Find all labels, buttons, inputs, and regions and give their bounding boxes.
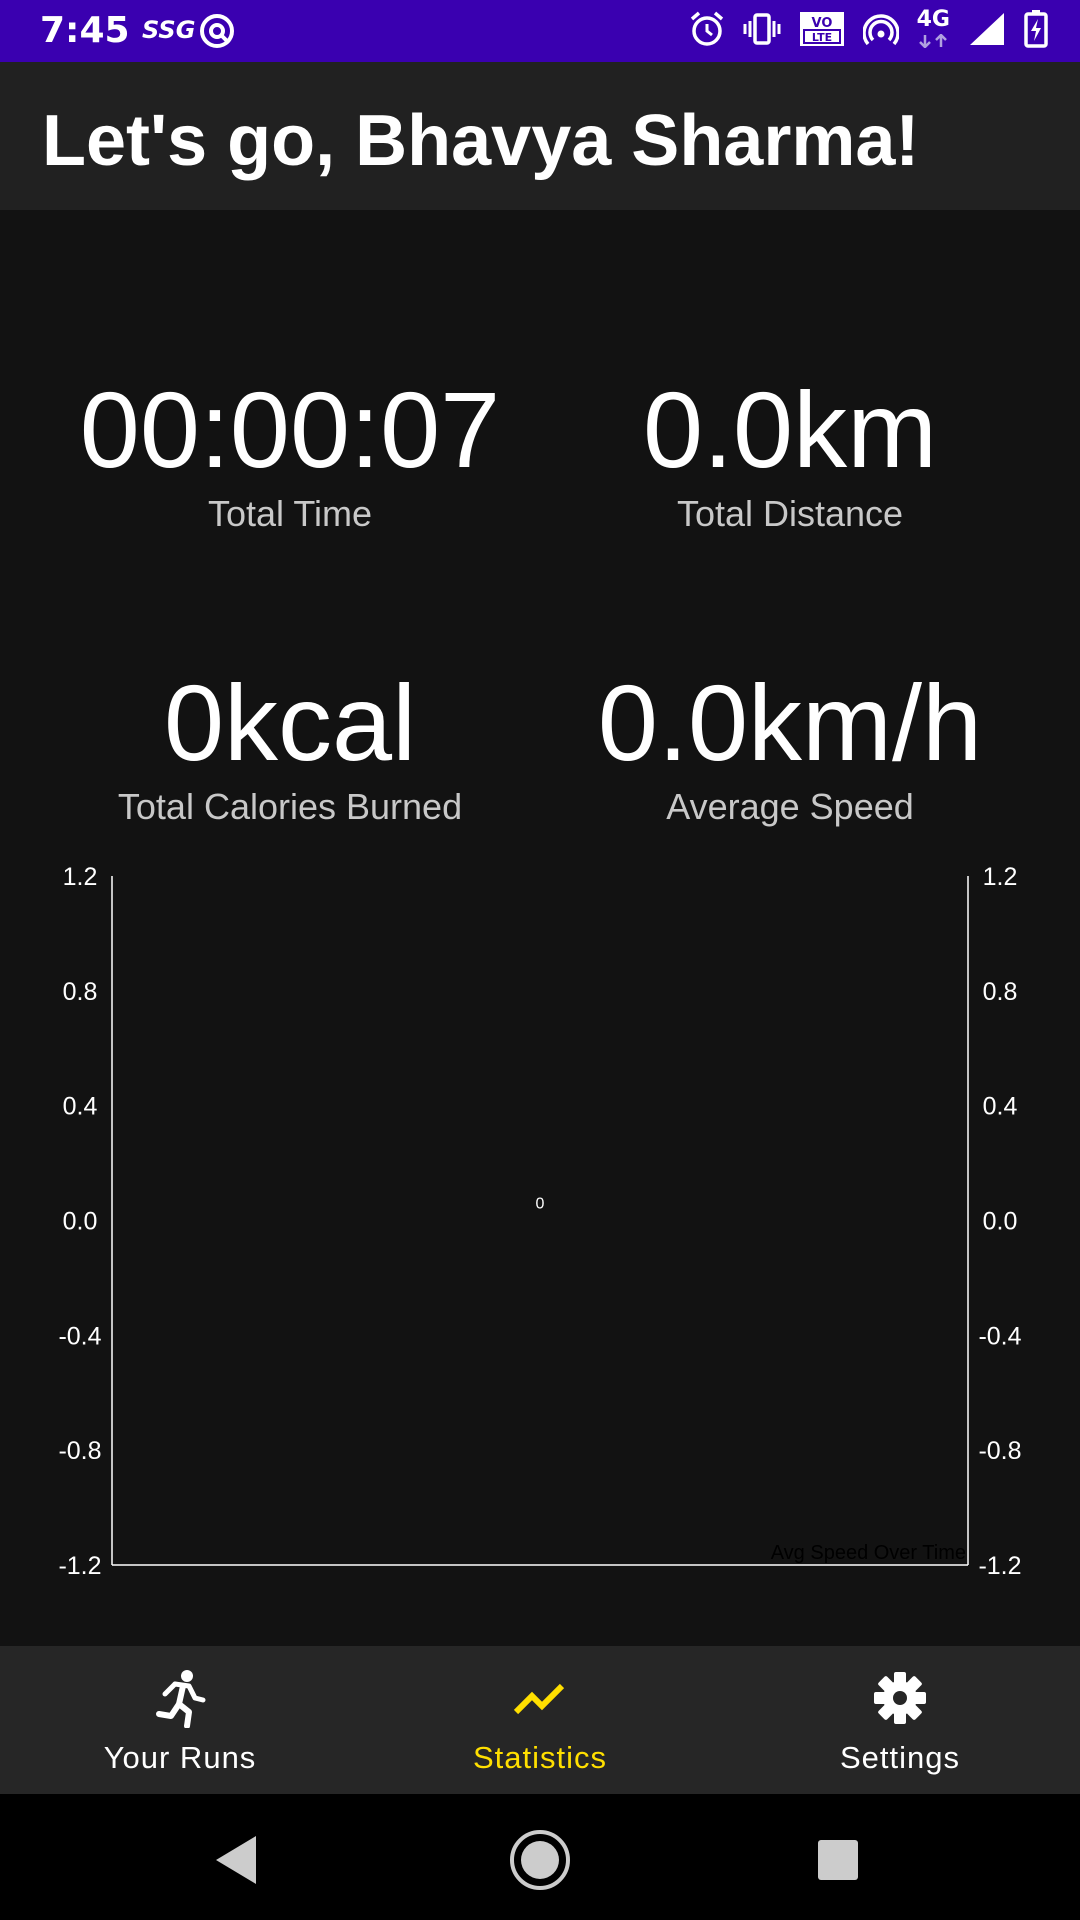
y-tick-left: 1.2 — [63, 863, 98, 891]
total-distance-label: Total Distance — [676, 493, 904, 534]
network-label: 4G — [916, 7, 950, 32]
y-tick-right: -1.2 — [978, 1552, 1021, 1580]
back-icon[interactable] — [214, 1834, 260, 1890]
vibrate-icon — [743, 12, 781, 50]
y-tick-right: -0.4 — [978, 1322, 1021, 1350]
gear-icon — [870, 1668, 930, 1732]
right-axis-ticks: 1.2 0.8 0.4 0.0 -0.4 -0.8 -1.2 — [978, 863, 1021, 1580]
volte-top-text: VO — [811, 16, 832, 31]
carrier-badge: SSG — [142, 16, 196, 44]
status-bar: 7:45 SSG VO LTE 4G — [0, 0, 1080, 62]
nav-statistics[interactable]: Statistics — [360, 1646, 720, 1794]
status-icons: VO LTE 4G — [689, 9, 1048, 53]
nav-settings[interactable]: Settings — [720, 1646, 1080, 1794]
y-tick-right: 0.8 — [983, 978, 1018, 1006]
nav-label-statistics: Statistics — [472, 1740, 608, 1775]
hotspot-icon — [861, 12, 900, 50]
total-calories-value: 0kcal — [163, 662, 417, 783]
y-tick-right: 0.0 — [983, 1208, 1018, 1236]
chart-bars: 0 — [536, 1196, 545, 1213]
stat-total-time: 00:00:07 Total Time — [30, 370, 550, 536]
volte-icon: VO LTE — [799, 11, 845, 51]
y-tick-left: -0.8 — [58, 1437, 101, 1465]
nav-label-your-runs: Your Runs — [103, 1740, 257, 1775]
network-type: 4G — [917, 9, 950, 53]
greeting-title: Let's go, Bhavya Sharma! — [42, 101, 920, 181]
volte-bottom-text: LTE — [812, 31, 832, 44]
y-tick-left: 0.0 — [63, 1208, 98, 1236]
recents-icon[interactable] — [816, 1838, 860, 1886]
avg-speed-chart[interactable]: 1.2 0.8 0.4 0.0 -0.4 -0.8 -1.2 1.2 0.8 0.4 0.0 -0.… — [0, 860, 1080, 1580]
bottom-navigation: Your Runs Statistics Settings — [0, 1646, 1080, 1794]
y-tick-right: 0.4 — [983, 1093, 1018, 1121]
status-time: 7:45 — [40, 10, 130, 51]
total-time-label: Total Time — [207, 493, 373, 534]
stat-total-calories: 0kcal Total Calories Burned — [30, 663, 550, 829]
signal-icon — [968, 11, 1006, 51]
battery-charging-icon — [1024, 10, 1048, 52]
trending-up-icon — [510, 1668, 570, 1732]
stat-average-speed: 0.0km/h Average Speed — [530, 663, 1050, 829]
system-navigation-bar — [0, 1794, 1080, 1920]
y-tick-left: -1.2 — [58, 1552, 101, 1580]
average-speed-value: 0.0km/h — [597, 662, 983, 783]
total-time-value: 00:00:07 — [79, 369, 501, 490]
total-calories-label: Total Calories Burned — [117, 786, 463, 827]
chart-canvas: 1.2 0.8 0.4 0.0 -0.4 -0.8 -1.2 1.2 0.8 0.4 0.0 -0.… — [58, 863, 1021, 1580]
alarm-icon — [689, 10, 725, 52]
data-saver-icon — [198, 12, 236, 54]
nav-your-runs[interactable]: Your Runs — [0, 1646, 360, 1794]
chart-description: Avg Speed Over Time — [771, 1542, 966, 1564]
bar-value-label: 0 — [536, 1196, 545, 1213]
app-bar: Let's go, Bhavya Sharma! — [0, 62, 1080, 210]
runner-icon — [153, 1668, 207, 1732]
y-tick-left: 0.4 — [63, 1093, 98, 1121]
y-tick-right: -0.8 — [978, 1437, 1021, 1465]
data-arrows-icon — [919, 33, 948, 49]
y-tick-left: -0.4 — [58, 1322, 101, 1350]
nav-label-settings: Settings — [839, 1740, 960, 1775]
average-speed-label: Average Speed — [666, 786, 914, 827]
y-tick-left: 0.8 — [63, 978, 98, 1006]
y-tick-right: 1.2 — [983, 863, 1018, 891]
home-icon[interactable] — [508, 1828, 572, 1896]
stat-total-distance: 0.0km Total Distance — [530, 370, 1050, 536]
total-distance-value: 0.0km — [642, 369, 938, 490]
left-axis-ticks: 1.2 0.8 0.4 0.0 -0.4 -0.8 -1.2 — [58, 863, 101, 1580]
